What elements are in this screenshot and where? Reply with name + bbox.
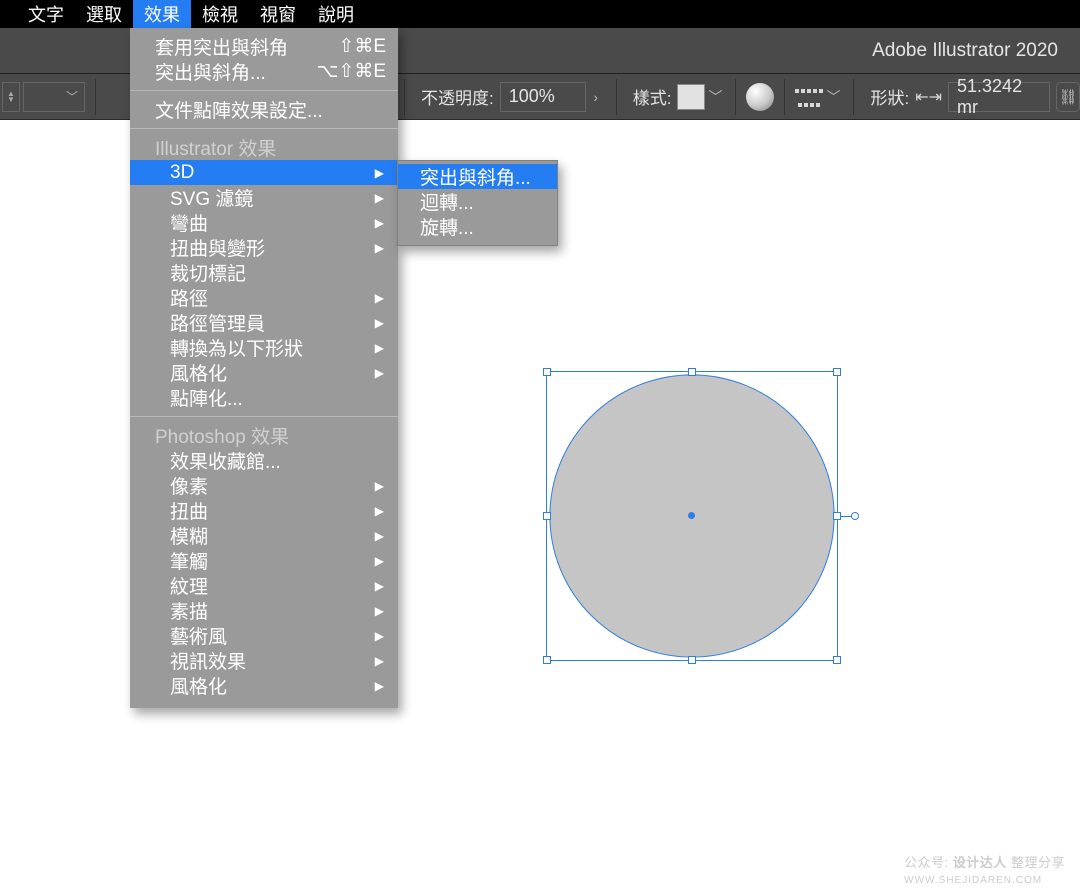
rotate-handle[interactable] [851,512,859,520]
submenu-arrow-icon: ▶ [375,241,384,255]
menu-separator [130,90,398,91]
selection-bounding-box[interactable] [546,371,838,661]
menu-separator [130,416,398,417]
divider [735,79,736,115]
menu-brush-strokes[interactable]: 筆觸▶ [130,548,398,573]
menu-separator [130,128,398,129]
menu-blur[interactable]: 模糊▶ [130,523,398,548]
style-swatch[interactable] [677,84,705,110]
menu-rasterize[interactable]: 點陣化... [130,385,398,410]
menu-warp[interactable]: 彎曲▶ [130,210,398,235]
menu-apply-extrude[interactable]: 套用突出與斜角⇧⌘E [130,34,398,59]
divider [853,79,854,115]
align-icon[interactable] [795,83,823,111]
handle-bot-mid[interactable] [688,656,696,664]
menu-distort[interactable]: 扭曲▶ [130,498,398,523]
submenu-arrow-icon: ▶ [375,316,384,330]
submenu-arrow-icon: ▶ [375,654,384,668]
handle-bot-left[interactable] [543,656,551,664]
submenu-arrow-icon: ▶ [375,366,384,380]
menu-svg-filters[interactable]: SVG 濾鏡▶ [130,185,398,210]
submenu-rotate[interactable]: 旋轉... [398,214,557,239]
divider [95,79,96,115]
menu-pathfinder[interactable]: 路徑管理員▶ [130,310,398,335]
handle-top-mid[interactable] [688,368,696,376]
submenu-arrow-icon: ▶ [375,579,384,593]
shape-width-input[interactable]: 51.3242 mr [948,82,1050,112]
menu-video[interactable]: 視訊效果▶ [130,648,398,673]
menu-texture[interactable]: 紋理▶ [130,573,398,598]
divider [784,79,785,115]
chevron-right-icon[interactable]: › [586,89,606,105]
submenu-arrow-icon: ▶ [375,529,384,543]
menu-header-illustrator: Illustrator 效果 [130,135,398,160]
chevron-down-icon[interactable]: ﹀ [823,87,843,107]
menu-3d[interactable]: 3D▶ [130,160,398,185]
submenu-arrow-icon: ▶ [375,191,384,205]
menu-distort-transform[interactable]: 扭曲與變形▶ [130,235,398,260]
submenu-arrow-icon: ▶ [375,291,384,305]
submenu-arrow-icon: ▶ [375,554,384,568]
stepper[interactable]: ▲▼ [2,82,20,112]
submenu-arrow-icon: ▶ [375,216,384,230]
submenu-arrow-icon: ▶ [375,604,384,618]
menu-crop-marks[interactable]: 裁切標記 [130,260,398,285]
handle-top-left[interactable] [543,368,551,376]
stroke-weight-dropdown[interactable]: ﹀ [23,82,85,112]
opacity-input[interactable]: 100% [500,82,586,112]
submenu-arrow-icon: ▶ [375,479,384,493]
chevron-down-icon[interactable]: ﹀ [705,87,725,107]
opacity-label: 不透明度: [421,84,494,109]
submenu-arrow-icon: ▶ [375,629,384,643]
appearance-icon[interactable] [746,83,774,111]
menu-raster-settings[interactable]: 文件點陣效果設定... [130,97,398,122]
menu-effect-gallery[interactable]: 效果收藏館... [130,448,398,473]
menu-convert-shape[interactable]: 轉換為以下形狀▶ [130,335,398,360]
submenu-arrow-icon: ▶ [375,166,384,180]
submenu-arrow-icon: ▶ [375,679,384,693]
shape-label: 形狀: [870,84,909,109]
link-icon[interactable]: ⛓ [1056,82,1080,112]
style-label: 樣式: [633,84,672,109]
menu-artistic[interactable]: 藝術風▶ [130,623,398,648]
submenu-revolve[interactable]: 迴轉... [398,189,557,214]
handle-mid-left[interactable] [543,512,551,520]
handle-top-right[interactable] [833,368,841,376]
menu-item-help[interactable]: 說明 [307,0,365,30]
menu-extrude-bevel[interactable]: 突出與斜角...⌥⇧⌘E [130,59,398,84]
menu-item-select[interactable]: 選取 [75,0,133,30]
handle-mid-right[interactable] [833,512,841,520]
menu-pixelate[interactable]: 像素▶ [130,473,398,498]
menu-item-window[interactable]: 視窗 [249,0,307,30]
submenu-extrude-bevel[interactable]: 突出與斜角... [398,164,557,189]
3d-submenu: 突出與斜角... 迴轉... 旋轉... [397,160,558,246]
menu-sketch[interactable]: 素描▶ [130,598,398,623]
width-icon: ⇤⇥ [915,87,942,107]
menu-item-view[interactable]: 檢視 [191,0,249,30]
divider [616,79,617,115]
divider [404,79,405,115]
app-title: Adobe Illustrator 2020 [872,40,1058,62]
menu-header-photoshop: Photoshop 效果 [130,423,398,448]
center-point [688,512,695,519]
menubar: 文字 選取 效果 檢視 視窗 說明 [0,0,1080,28]
menu-item-effect[interactable]: 效果 [133,0,191,30]
submenu-arrow-icon: ▶ [375,504,384,518]
menu-stylize-ai[interactable]: 風格化▶ [130,360,398,385]
submenu-arrow-icon: ▶ [375,341,384,355]
watermark: 公众号: 设计达人 整理分享 WWW.SHEJIDAREN.COM [904,852,1065,886]
menu-item-text[interactable]: 文字 [17,0,75,30]
handle-bot-right[interactable] [833,656,841,664]
effect-menu-dropdown: 套用突出與斜角⇧⌘E 突出與斜角...⌥⇧⌘E 文件點陣效果設定... Illu… [130,28,398,708]
menu-stylize-ps[interactable]: 風格化▶ [130,673,398,698]
menu-path[interactable]: 路徑▶ [130,285,398,310]
